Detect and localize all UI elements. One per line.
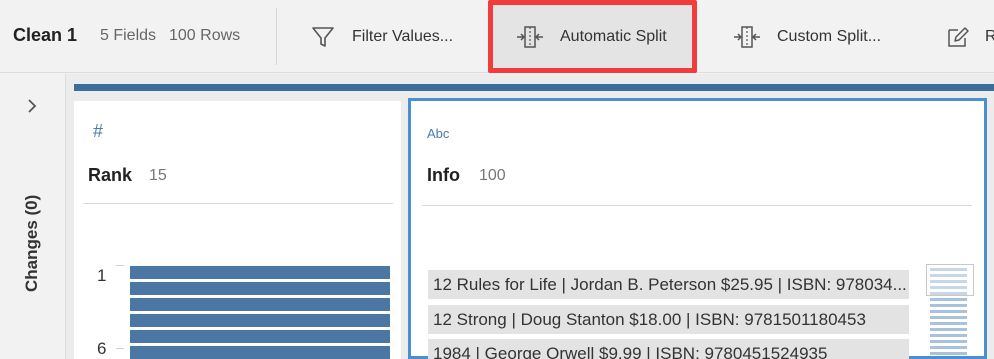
- histogram-bar[interactable]: [130, 298, 390, 311]
- minimap-line: [930, 334, 967, 337]
- minimap-line: [930, 304, 967, 307]
- chevron-right-icon[interactable]: [22, 96, 42, 116]
- histogram-bar[interactable]: [130, 314, 390, 327]
- field-count-label: 5 Fields: [100, 27, 157, 44]
- minimap-line: [930, 346, 967, 349]
- automatic-split-button[interactable]: Automatic Split: [488, 0, 697, 73]
- custom-split-icon: [732, 24, 762, 50]
- histogram-bar[interactable]: [130, 266, 390, 279]
- value-row[interactable]: 12 Rules for Life | Jordan B. Peterson $…: [428, 270, 909, 299]
- axis-tick: [116, 348, 124, 349]
- rename-label: R: [985, 27, 994, 45]
- rename-field-button[interactable]: R: [945, 10, 994, 63]
- profile-summary-bar: [74, 84, 994, 91]
- filter-icon: [310, 24, 336, 50]
- minimap-line: [930, 310, 967, 313]
- header-separator: [83, 203, 393, 204]
- minimap-line: [930, 328, 967, 331]
- histogram-bar[interactable]: [130, 330, 390, 343]
- custom-split-label: Custom Split...: [777, 27, 882, 45]
- number-type-icon: #: [93, 121, 104, 141]
- row-count-label: 100 Rows: [169, 27, 241, 44]
- filter-values-button[interactable]: Filter Values...: [310, 10, 453, 63]
- field-name: Info: [427, 165, 460, 185]
- minimap-line: [930, 316, 967, 319]
- step-name: Clean 1: [13, 25, 78, 45]
- minimap-line: [930, 340, 967, 343]
- toolbar-divider: [276, 8, 277, 65]
- string-type-icon: Abc: [427, 126, 450, 141]
- axis-tick: [116, 265, 124, 266]
- changes-label: Changes (0): [22, 194, 41, 292]
- axis-label: 6: [97, 339, 107, 358]
- value-row[interactable]: 12 Strong | Doug Stanton $18.00 | ISBN: …: [428, 305, 909, 334]
- value-minimap[interactable]: [926, 264, 974, 359]
- histogram-bar[interactable]: [130, 282, 390, 295]
- field-name: Rank: [88, 165, 133, 185]
- value-row[interactable]: 1984 | George Orwell $9.99 | ISBN: 97804…: [428, 339, 909, 359]
- automatic-split-label: Automatic Split: [560, 27, 667, 45]
- minimap-thumb[interactable]: [926, 264, 974, 296]
- minimap-line: [930, 298, 967, 301]
- field-card-rank[interactable]: # Rank 15 1 6: [74, 101, 401, 359]
- edit-icon: [945, 24, 971, 50]
- changes-panel[interactable]: Changes (0): [0, 74, 66, 359]
- filter-values-label: Filter Values...: [352, 27, 454, 45]
- minimap-line: [930, 352, 967, 355]
- axis-label: 1: [97, 266, 107, 285]
- distinct-count: 15: [149, 167, 167, 184]
- toolbar: Clean 1 5 Fields 100 Rows Filter Values.…: [0, 0, 994, 73]
- split-icon: [515, 24, 545, 50]
- header-separator: [422, 205, 972, 206]
- minimap-line: [930, 322, 967, 325]
- histogram-bar[interactable]: [130, 346, 390, 359]
- custom-split-button[interactable]: Custom Split...: [732, 10, 881, 63]
- field-card-info[interactable]: Abc Info 100 12 Rules for Life | Jordan …: [408, 98, 987, 359]
- distinct-count: 100: [479, 167, 506, 184]
